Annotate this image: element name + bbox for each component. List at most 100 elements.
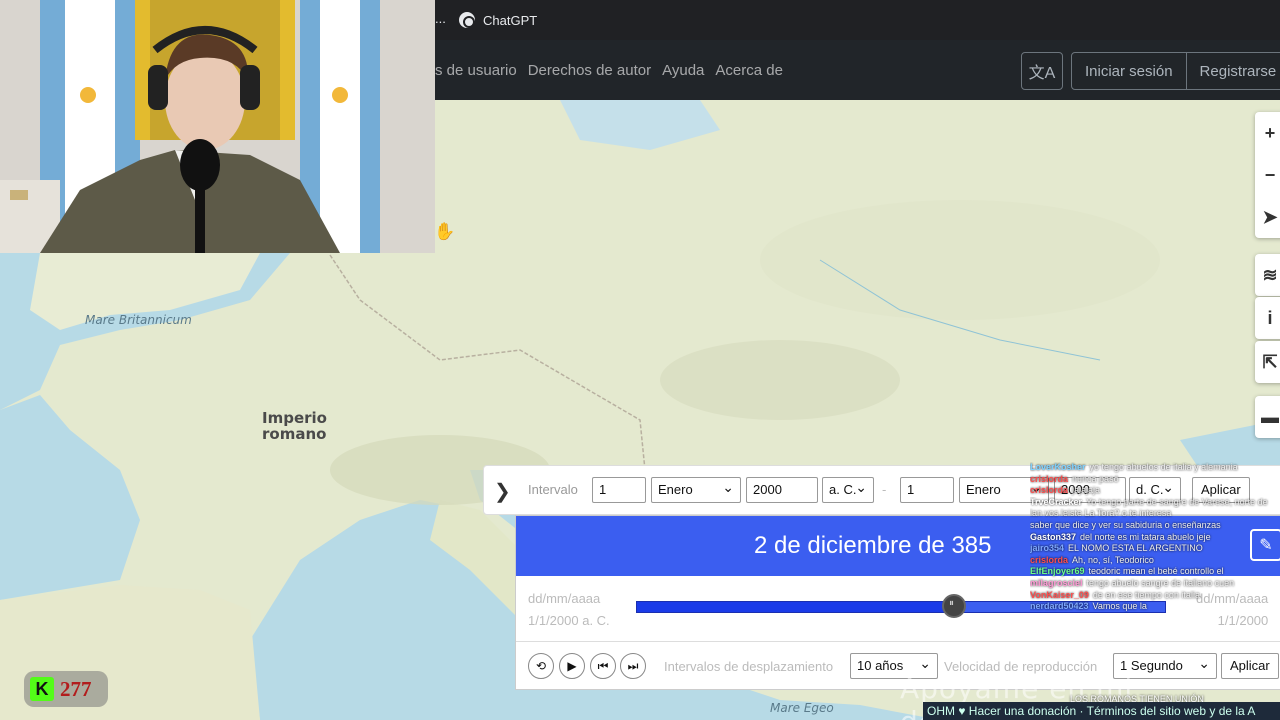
start-month-select[interactable]: Enero bbox=[651, 477, 741, 503]
loop-button[interactable]: ⟲ bbox=[528, 653, 554, 679]
site-footer-bar: OHM ♥ Hacer una donación · Términos del … bbox=[923, 702, 1280, 720]
info-button[interactable]: i bbox=[1255, 297, 1280, 339]
site-navbar: s de usuario Derechos de autor Ayuda Ace… bbox=[435, 40, 1280, 100]
chat-message: crislorda nunca pasó bbox=[1030, 474, 1280, 486]
chat-message: ElfEnjoyer69 teodoric mean el bebé contro… bbox=[1030, 566, 1280, 578]
browser-tab-bar: ... ChatGPT bbox=[435, 0, 1280, 40]
interval-label: Intervalo bbox=[528, 482, 578, 497]
chat-message: jairo354 EL NOMO ESTA EL ARGENTINO bbox=[1030, 543, 1280, 555]
chat-text: de en ese tiempo con italia bbox=[1092, 589, 1200, 600]
chatgpt-icon bbox=[459, 12, 475, 28]
skip-back-icon: ⏮ bbox=[597, 658, 609, 673]
viewer-count: 277 bbox=[60, 676, 92, 701]
chat-message: crislorda jajajaja bbox=[1030, 485, 1280, 497]
chat-text: teodoric mean el bebé controllo el bbox=[1088, 566, 1224, 577]
zoom-in-button[interactable]: + bbox=[1255, 112, 1280, 154]
nav-links: s de usuario Derechos de autor Ayuda Ace… bbox=[435, 40, 783, 100]
nav-link-copyright[interactable]: Derechos de autor bbox=[528, 62, 651, 79]
chat-text: nunca pasó bbox=[1072, 473, 1119, 484]
layers-button[interactable]: ≋ bbox=[1255, 254, 1280, 296]
register-button[interactable]: Registrarse bbox=[1185, 53, 1280, 89]
chat-text: lan vos leiste La Torá? o te interesa bbox=[1030, 508, 1172, 519]
timeline-slider-fill bbox=[637, 602, 955, 612]
info-icon: i bbox=[1267, 307, 1273, 328]
previous-tab-fragment[interactable]: ... bbox=[435, 11, 446, 26]
timeline-start-date: 1/1/2000 a. C. bbox=[528, 613, 610, 628]
chat-message: saber que dice y ver su sabiduria o ense… bbox=[1030, 520, 1280, 532]
start-era-value: a. C. bbox=[829, 482, 857, 497]
webcam-image bbox=[0, 0, 435, 253]
interval-separator: - bbox=[882, 482, 887, 497]
layers-icon: ≋ bbox=[1262, 264, 1278, 285]
chat-message: nerdard50423 Vamos que la bbox=[1030, 601, 1280, 613]
chat-username: VonKaiser_09 bbox=[1030, 589, 1089, 600]
loop-icon: ⟲ bbox=[535, 659, 547, 673]
map-label-empire-line2: romano bbox=[262, 425, 327, 443]
collapse-chevron-icon[interactable]: ❯ bbox=[494, 479, 511, 504]
chat-message: lan vos leiste La Torá? o te interesa bbox=[1030, 508, 1280, 520]
comment-icon: ▬ bbox=[1261, 406, 1279, 427]
chat-text: yo tengo abuelos de italia y alemania bbox=[1089, 462, 1238, 472]
timeline-start-format: dd/mm/aaaa bbox=[528, 591, 601, 606]
skip-forward-button[interactable]: ⏭ bbox=[620, 653, 646, 679]
chat-text: jajajaja bbox=[1072, 485, 1101, 496]
notes-button[interactable]: ▬ bbox=[1255, 396, 1280, 438]
chat-message: TrveCracker Yo tengo parte de sangre de V… bbox=[1030, 497, 1280, 509]
tab-chatgpt[interactable]: ChatGPT bbox=[459, 0, 537, 40]
translate-icon: 文A bbox=[1028, 65, 1056, 82]
start-year-input[interactable]: 2000 bbox=[746, 477, 818, 503]
viewer-count-badge: K 277 bbox=[24, 671, 108, 707]
chat-text: Yo tengo parte de sangre de Varese, nort… bbox=[1086, 496, 1268, 507]
timeline-end-date: 1/1/2000 bbox=[1217, 613, 1269, 628]
chat-username: crislorda bbox=[1030, 473, 1069, 484]
chat-username: milagrosciel bbox=[1030, 577, 1083, 588]
kick-logo-icon: K bbox=[30, 677, 54, 701]
chat-text: tengo abuelo sangre de italiano cuen bbox=[1086, 577, 1235, 588]
chat-message: LoverKosher yo tengo abuelos de italia y … bbox=[1030, 462, 1280, 474]
start-day-input[interactable]: 1 bbox=[592, 477, 646, 503]
chat-username: jairo354 bbox=[1030, 543, 1065, 554]
translate-button[interactable]: 文A bbox=[1021, 52, 1063, 90]
chat-username: Gaston337 bbox=[1030, 531, 1077, 542]
chat-text: Ah, no, sí, Teodorico bbox=[1072, 554, 1154, 565]
chat-username: ElfEnjoyer69 bbox=[1030, 566, 1085, 577]
stream-chat-overlay: LoverKosher yo tengo abuelos de italia y … bbox=[1030, 462, 1280, 613]
start-month-value: Enero bbox=[658, 482, 693, 497]
chat-message: Gaston337 del norte es mi tatara abuelo j… bbox=[1030, 532, 1280, 544]
chat-username: crislorda bbox=[1030, 554, 1069, 565]
play-button[interactable]: ▶ bbox=[559, 653, 585, 679]
skip-back-button[interactable]: ⏮ bbox=[590, 653, 616, 679]
start-era-select[interactable]: a. C. bbox=[822, 477, 874, 503]
auth-button-group: Iniciar sesión Registrarse bbox=[1071, 52, 1280, 90]
share-icon: ⇱ bbox=[1262, 351, 1278, 372]
step-interval-value: 10 años bbox=[857, 658, 904, 673]
chat-text: EL NOMO ESTA EL ARGENTINO bbox=[1068, 543, 1203, 554]
timeline-start: dd/mm/aaaa 1/1/2000 a. C. bbox=[528, 588, 610, 632]
share-button[interactable]: ⇱ bbox=[1255, 341, 1280, 383]
map-label-mare-britannicum: Mare Britannicum bbox=[85, 313, 192, 327]
play-icon: ▶ bbox=[567, 659, 577, 673]
chat-username: nerdard50423 bbox=[1030, 601, 1089, 612]
nav-link-about[interactable]: Acerca de bbox=[715, 62, 783, 79]
zoom-control-group: + − ➤ bbox=[1255, 112, 1280, 238]
timeline-slider-handle[interactable] bbox=[942, 594, 966, 618]
current-date: 2 de diciembre de 385 bbox=[754, 532, 992, 559]
map-label-mare-egeo: Mare Egeo bbox=[770, 701, 834, 715]
step-interval-label: Intervalos de desplazamiento bbox=[664, 659, 834, 674]
hand-cursor-icon: ✋ bbox=[434, 222, 456, 241]
chat-message: milagrosciel tengo abuelo sangre de itali… bbox=[1030, 578, 1280, 590]
nav-link-user-pages[interactable]: s de usuario bbox=[435, 62, 517, 79]
nav-link-help[interactable]: Ayuda bbox=[662, 62, 704, 79]
chat-text: del norte es mi tatara abuelo jeje bbox=[1080, 531, 1211, 542]
end-day-input[interactable]: 1 bbox=[900, 477, 954, 503]
tab-chatgpt-label: ChatGPT bbox=[483, 12, 538, 28]
zoom-out-button[interactable]: − bbox=[1255, 154, 1280, 196]
playback-speed-value: 1 Segundo bbox=[1120, 658, 1183, 673]
chat-username: crislorda bbox=[1030, 485, 1069, 496]
end-month-value: Enero bbox=[966, 482, 1001, 497]
map-label-empire-line1: Imperio bbox=[262, 409, 327, 427]
locate-button[interactable]: ➤ bbox=[1255, 196, 1280, 238]
chat-text: Vamos que la bbox=[1092, 601, 1147, 612]
chat-username: TrveCracker bbox=[1030, 496, 1083, 507]
login-button[interactable]: Iniciar sesión bbox=[1072, 53, 1186, 89]
